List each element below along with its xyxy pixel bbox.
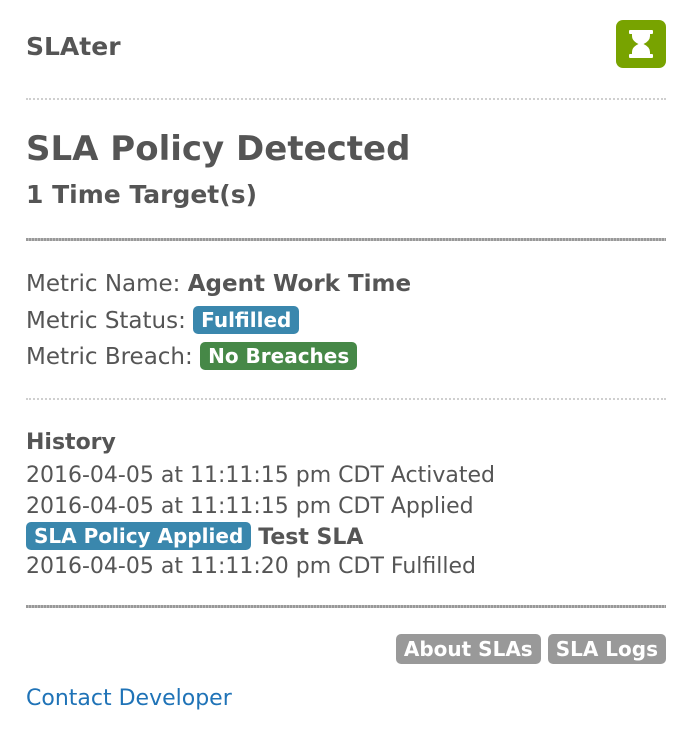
divider: [26, 238, 666, 241]
metric-status-row: Metric Status: Fulfilled: [26, 306, 300, 336]
status-badge: Fulfilled: [193, 306, 300, 334]
metric-breach-row: Metric Breach: No Breaches: [26, 342, 358, 372]
contact-developer-link[interactable]: Contact Developer: [26, 684, 232, 714]
app-logo: [616, 20, 666, 68]
metric-name-value: Agent Work Time: [187, 271, 412, 297]
history-entry: 2016-04-05 at 11:11:20 pm CDT Fulfilled: [26, 554, 476, 579]
sla-logs-button[interactable]: SLA Logs: [547, 634, 666, 664]
policy-title: SLA Policy Detected: [26, 129, 411, 169]
divider: [26, 98, 666, 100]
footer-actions: About SLAs SLA Logs: [395, 634, 666, 664]
time-targets-count: 1 Time Target(s): [26, 180, 257, 209]
metric-status-label: Metric Status:: [26, 308, 186, 334]
divider: [26, 398, 666, 400]
metric-name-row: Metric Name: Agent Work Time: [26, 269, 411, 299]
policy-name: Test SLA: [258, 525, 364, 550]
app-header: SLAter: [26, 20, 666, 76]
hourglass-icon: [629, 30, 653, 58]
history-title: History: [26, 430, 116, 455]
app-title: SLAter: [26, 32, 121, 61]
history-entry: 2016-04-05 at 11:11:15 pm CDT Applied: [26, 494, 474, 519]
history-entry: 2016-04-05 at 11:11:15 pm CDT Activated: [26, 463, 495, 488]
metric-name-label: Metric Name:: [26, 271, 181, 297]
metric-breach-label: Metric Breach:: [26, 344, 193, 370]
divider: [26, 605, 666, 608]
slater-app-panel: SLAter SLA Policy Detected 1 Time Target…: [0, 0, 690, 746]
about-slas-button[interactable]: About SLAs: [395, 634, 541, 664]
history-entry: SLA Policy Applied Test SLA: [26, 522, 363, 553]
policy-applied-badge: SLA Policy Applied: [26, 522, 252, 550]
breach-badge: No Breaches: [200, 342, 358, 370]
